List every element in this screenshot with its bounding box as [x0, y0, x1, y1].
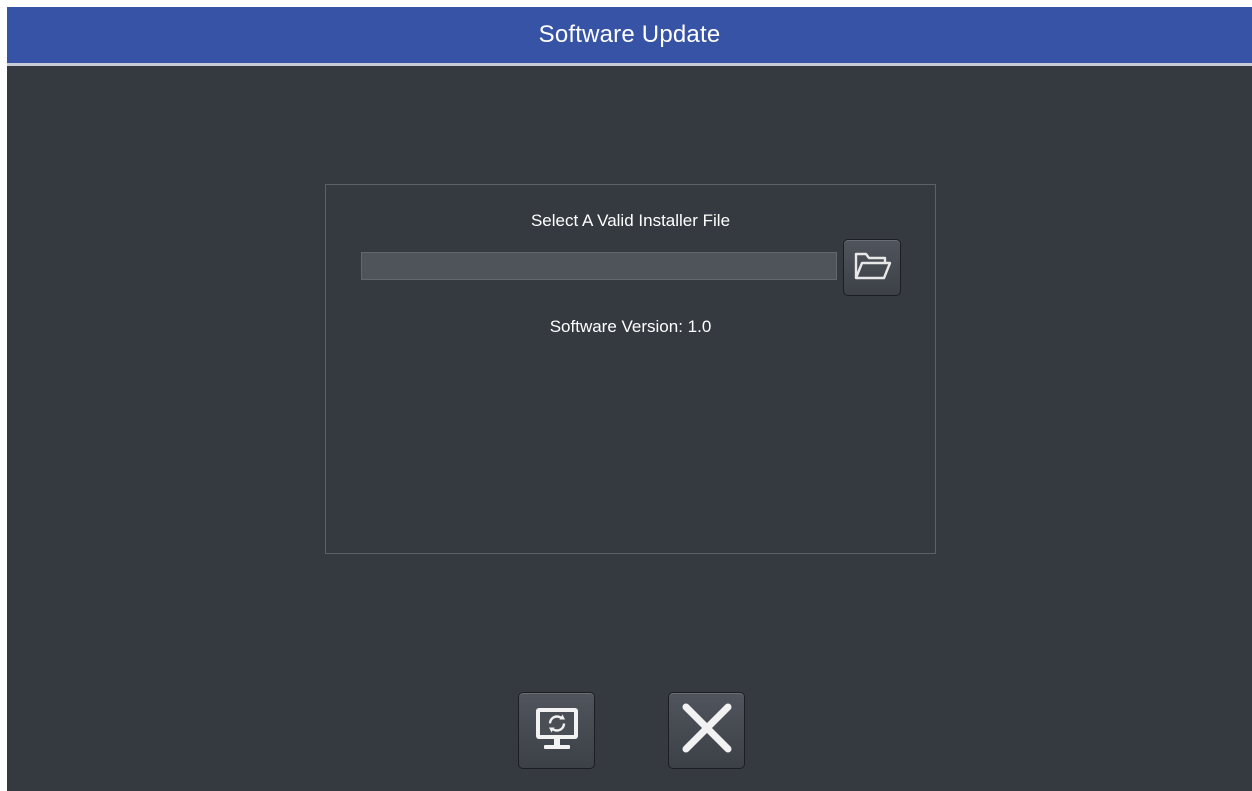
window-title: Software Update [538, 21, 721, 48]
installer-panel: Select A Valid Installer File Software V… [325, 184, 936, 554]
browse-file-button[interactable] [843, 239, 901, 296]
software-version-label: Software Version: 1.0 [549, 317, 712, 336]
folder-open-icon [852, 246, 892, 289]
update-software-button[interactable] [518, 692, 595, 769]
close-button[interactable] [668, 692, 745, 769]
software-update-window: Software Update Select A Valid Installer… [7, 7, 1252, 791]
installer-heading: Select A Valid Installer File [530, 211, 731, 230]
installer-file-path-field[interactable] [361, 252, 837, 280]
close-x-icon [677, 698, 737, 763]
title-bar: Software Update [7, 7, 1252, 66]
monitor-refresh-icon [527, 698, 587, 763]
